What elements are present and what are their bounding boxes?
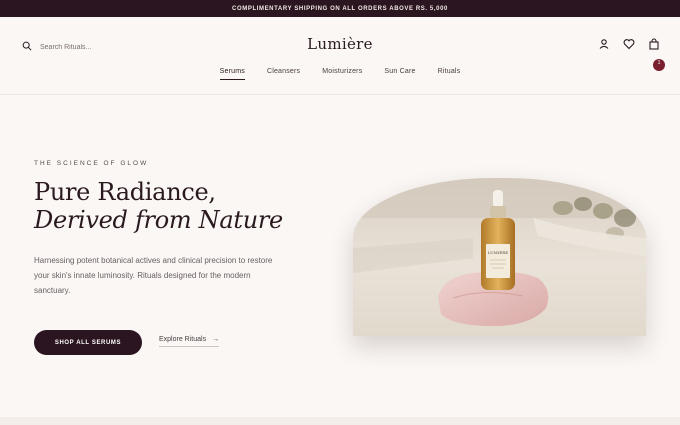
header-actions: 1 xyxy=(598,37,665,71)
nav-item-sun-care[interactable]: Sun Care xyxy=(384,68,415,80)
announcement-text: COMPLIMENTARY SHIPPING ON ALL ORDERS ABO… xyxy=(232,5,448,12)
hero-eyebrow: THE SCIENCE OF GLOW xyxy=(34,160,149,167)
hero-title-line2: Derived from Nature xyxy=(34,206,283,234)
heart-icon[interactable] xyxy=(623,37,635,50)
hero-description: Harnessing potent botanical actives and … xyxy=(34,256,273,295)
user-icon[interactable] xyxy=(598,37,610,49)
bottle-label-text: LUMIERE xyxy=(488,250,508,255)
site-header: Lumière 1 Serums Cleansers Moisturizers … xyxy=(0,17,680,95)
shop-all-serums-button[interactable]: SHOP ALL SERUMS xyxy=(34,330,142,355)
hero-product-image: LUMIERE xyxy=(353,178,646,336)
arrow-right-icon: → xyxy=(212,336,220,343)
explore-rituals-label: Explore Rituals xyxy=(159,336,207,343)
nav-item-rituals[interactable]: Rituals xyxy=(438,68,461,80)
brand-logo[interactable]: Lumière xyxy=(0,35,680,53)
main-nav: Serums Cleansers Moisturizers Sun Care R… xyxy=(0,68,680,80)
nav-item-cleansers[interactable]: Cleansers xyxy=(267,68,300,80)
hero-title-line1: Pure Radiance, xyxy=(34,178,216,206)
nav-item-moisturizers[interactable]: Moisturizers xyxy=(322,68,362,80)
bag-icon[interactable]: 1 xyxy=(648,37,665,71)
explore-rituals-link[interactable]: Explore Rituals → xyxy=(159,336,220,347)
announcement-bar: COMPLIMENTARY SHIPPING ON ALL ORDERS ABO… xyxy=(0,0,680,17)
nav-item-serums[interactable]: Serums xyxy=(219,68,245,80)
section-divider xyxy=(0,417,680,425)
